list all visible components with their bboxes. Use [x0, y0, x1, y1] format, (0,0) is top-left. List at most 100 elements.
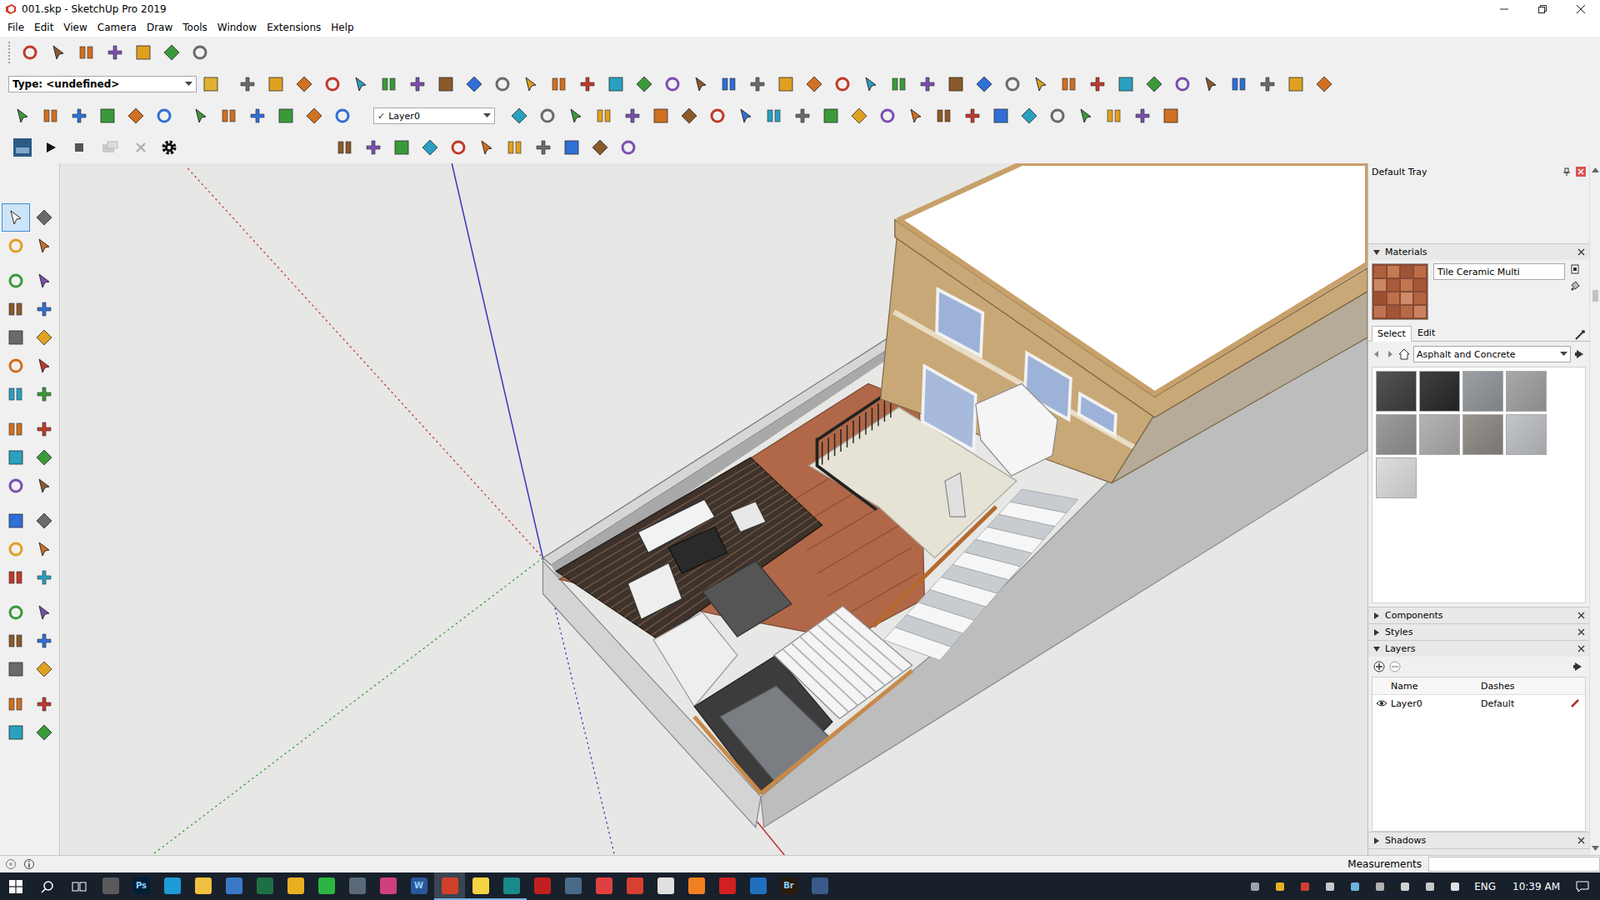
draw-icon[interactable]: [821, 106, 840, 125]
app-icon[interactable]: [750, 877, 767, 895]
toolbar-button[interactable]: [533, 102, 562, 130]
close-panel-icon[interactable]: [1577, 248, 1585, 256]
taskbar-app[interactable]: [249, 872, 280, 900]
toolbar-button[interactable]: [444, 134, 473, 161]
taskbar-app[interactable]: [619, 872, 650, 900]
tool-icon[interactable]: [35, 631, 54, 650]
model-viewport[interactable]: [60, 163, 1368, 855]
menu-item[interactable]: Edit: [29, 21, 59, 34]
tray-icon[interactable]: [1317, 880, 1343, 893]
tool-icon[interactable]: [1003, 75, 1022, 94]
input-language[interactable]: ENG: [1467, 880, 1503, 893]
measurements-field[interactable]: [1428, 856, 1600, 872]
eyedropper-icon[interactable]: [1574, 329, 1586, 341]
taskbar-app[interactable]: [341, 872, 373, 900]
draw-icon[interactable]: [906, 106, 925, 125]
toolbar-button[interactable]: [1253, 70, 1282, 98]
draw-icon[interactable]: [538, 106, 557, 125]
pin-icon[interactable]: [1562, 167, 1571, 176]
tool-icon[interactable]: [35, 271, 54, 290]
view-icon[interactable]: [134, 43, 153, 62]
taskbar-app[interactable]: [804, 872, 835, 900]
panel-header[interactable]: Components: [1368, 606, 1590, 624]
tool-icon[interactable]: [1230, 75, 1249, 94]
app-icon[interactable]: Ps: [133, 877, 150, 895]
app-icon[interactable]: [472, 877, 490, 895]
toolbar-button[interactable]: [150, 102, 179, 130]
toolbar-button[interactable]: [261, 70, 290, 98]
tray-app-icon[interactable]: [1349, 880, 1361, 893]
menu-item[interactable]: Help: [325, 21, 359, 34]
toolbar-button[interactable]: [885, 70, 914, 98]
toolbar-button[interactable]: [788, 102, 817, 130]
tool-button[interactable]: [1, 718, 30, 747]
tool-icon[interactable]: [833, 75, 852, 94]
tool-icon[interactable]: [1088, 75, 1107, 94]
app-icon[interactable]: [565, 877, 582, 895]
tool-button[interactable]: [30, 231, 59, 260]
layers-column-header[interactable]: Name: [1390, 680, 1481, 692]
tray-icon[interactable]: [1367, 880, 1393, 893]
layers-column-header[interactable]: Dashes: [1480, 680, 1580, 692]
tool-icon[interactable]: [6, 540, 25, 559]
taskbar-app[interactable]: [310, 872, 342, 900]
style-icon[interactable]: [155, 106, 174, 125]
tool-button[interactable]: [30, 415, 59, 444]
taskbar-app[interactable]: [495, 872, 527, 900]
material-swatch[interactable]: [1375, 457, 1417, 499]
style-icon[interactable]: [126, 106, 145, 125]
toolbar-button[interactable]: [658, 70, 687, 98]
taskbar-app[interactable]: [557, 872, 589, 900]
view-icon[interactable]: [20, 43, 40, 62]
tool-icon[interactable]: [266, 75, 285, 94]
toolbar-button[interactable]: [215, 102, 244, 130]
tool-icon[interactable]: [861, 75, 880, 94]
tool-icon[interactable]: [918, 75, 937, 94]
toolbar-button[interactable]: [1140, 70, 1169, 98]
tool-button[interactable]: [30, 443, 59, 472]
toolbar-button[interactable]: [472, 134, 501, 161]
windows-logo-icon[interactable]: [9, 880, 23, 894]
toolbar-button[interactable]: [1071, 102, 1100, 130]
extension-icon[interactable]: [335, 138, 355, 157]
toolbar-button[interactable]: [359, 134, 388, 161]
tool-icon[interactable]: [35, 328, 54, 347]
toolbar-button[interactable]: [488, 70, 517, 98]
tray-icon[interactable]: [1392, 880, 1418, 893]
tool-icon[interactable]: [35, 448, 54, 467]
view-icon[interactable]: [77, 43, 96, 62]
tool-icon[interactable]: [1315, 75, 1334, 94]
toolbar-button[interactable]: [771, 70, 800, 98]
dropdown-arrow-icon[interactable]: [185, 81, 193, 87]
type-dropdown[interactable]: Type: <undefined>: [8, 75, 197, 93]
taskbar-app[interactable]: [372, 872, 404, 900]
tool-icon[interactable]: [6, 511, 25, 530]
toolbar-button[interactable]: [703, 102, 732, 130]
extension-icon[interactable]: [534, 138, 553, 157]
tool-button[interactable]: [30, 295, 59, 324]
draw-icon[interactable]: [850, 106, 869, 125]
model-scene[interactable]: [60, 163, 1368, 855]
toolbar-button[interactable]: [590, 102, 619, 130]
toolbar-button[interactable]: [318, 70, 347, 98]
stop-icon[interactable]: [72, 140, 86, 155]
draw-icon[interactable]: [765, 106, 784, 125]
classifier-icon[interactable]: [201, 75, 220, 94]
draw-icon[interactable]: [963, 106, 982, 125]
app-icon[interactable]: [503, 877, 520, 895]
tool-icon[interactable]: [946, 75, 965, 94]
app-icon[interactable]: [688, 877, 705, 895]
app-icon[interactable]: [164, 877, 181, 895]
home-icon[interactable]: [1398, 348, 1410, 360]
material-swatch-icon[interactable]: [1371, 263, 1429, 320]
expand-triangle-icon[interactable]: [1372, 628, 1381, 637]
style-icon[interactable]: [70, 106, 89, 125]
toolbar-button[interactable]: [760, 102, 789, 130]
layer-color-pencil-icon[interactable]: [1570, 698, 1580, 709]
tray-app-icon[interactable]: [1249, 880, 1261, 893]
material-swatch[interactable]: [1375, 414, 1417, 455]
app-icon[interactable]: [380, 877, 397, 895]
draw-icon[interactable]: [1161, 106, 1180, 125]
panel-header[interactable]: Layers: [1368, 640, 1590, 657]
taskbar-app[interactable]: [465, 872, 496, 900]
